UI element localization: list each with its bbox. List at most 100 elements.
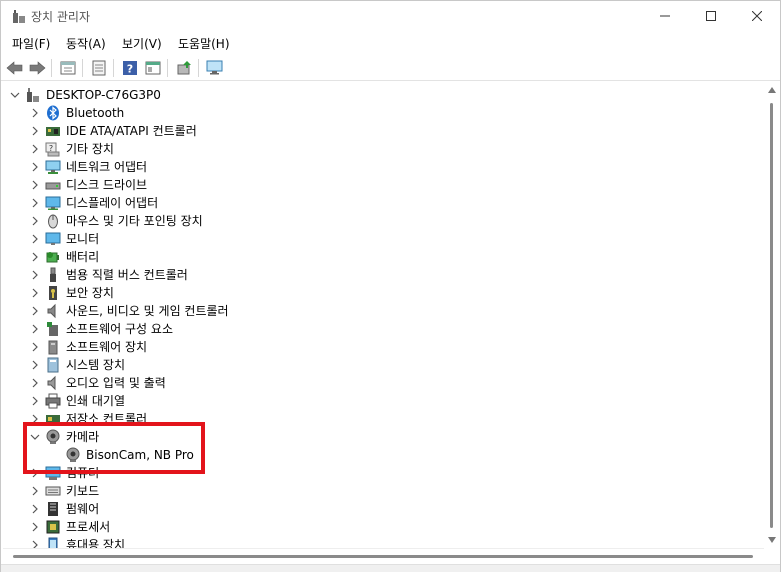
tree-item-category[interactable]: ? 기타 장치	[3, 140, 763, 158]
horizontal-scroll-thumb[interactable]	[13, 555, 753, 558]
tree-item-category[interactable]: 소프트웨어 구성 요소	[3, 320, 763, 338]
software-device-icon	[45, 339, 61, 355]
menu-file[interactable]: 파일(F)	[11, 35, 51, 52]
scan-hardware-icon[interactable]	[205, 58, 225, 78]
chevron-right-icon[interactable]	[29, 485, 41, 497]
close-button[interactable]	[734, 1, 780, 31]
chevron-right-icon[interactable]	[29, 539, 41, 548]
chevron-right-icon[interactable]	[29, 269, 41, 281]
title-bar: 장치 관리자	[1, 1, 780, 31]
chevron-right-icon[interactable]	[29, 161, 41, 173]
tree-item-category[interactable]: 인쇄 대기열	[3, 392, 763, 410]
processor-icon	[45, 519, 61, 535]
forward-icon[interactable]	[27, 58, 47, 78]
view-icon[interactable]	[143, 58, 163, 78]
tree-item-category[interactable]: 휴대용 장치	[3, 536, 763, 548]
tree-item-label: DESKTOP-C76G3P0	[46, 88, 161, 102]
tree-item-label: 소프트웨어 장치	[66, 340, 148, 354]
tree-item-label: 보안 장치	[66, 286, 114, 300]
tree-item-category[interactable]: 소프트웨어 장치	[3, 338, 763, 356]
tree-item-category[interactable]: 디스플레이 어댑터	[3, 194, 763, 212]
chevron-right-icon[interactable]	[29, 125, 41, 137]
tree-item-label: 휴대용 장치	[66, 538, 126, 548]
tree-item-label: 키보드	[66, 484, 100, 498]
usb-icon	[45, 267, 61, 283]
device-properties-icon[interactable]	[89, 58, 109, 78]
horizontal-scrollbar[interactable]	[3, 548, 764, 564]
chevron-right-icon[interactable]	[29, 197, 41, 209]
tree-item-label: 기타 장치	[66, 142, 114, 156]
tree-item-label: 범용 직렬 버스 컨트롤러	[66, 268, 188, 282]
tree-item-category[interactable]: 사운드, 비디오 및 게임 컨트롤러	[3, 302, 763, 320]
tree-item-label: 시스템 장치	[66, 358, 126, 372]
tree-item-label: 사운드, 비디오 및 게임 컨트롤러	[66, 304, 229, 318]
tree-item-category[interactable]: 펌웨어	[3, 500, 763, 518]
properties-pane-icon[interactable]	[58, 58, 78, 78]
tree-item-label: 펌웨어	[66, 502, 100, 516]
tree-item-category[interactable]: IDE ATA/ATAPI 컨트롤러	[3, 122, 763, 140]
security-device-icon	[45, 285, 61, 301]
tree-item-label: 모니터	[66, 232, 100, 246]
tree-item-label: 마우스 및 기타 포인팅 장치	[66, 214, 203, 228]
chevron-right-icon[interactable]	[29, 323, 41, 335]
device-manager-app-icon	[11, 9, 27, 25]
speaker-icon	[45, 303, 61, 319]
tree-item-category[interactable]: 키보드	[3, 482, 763, 500]
system-device-icon	[45, 357, 61, 373]
camera-highlight-box	[23, 422, 205, 474]
tree-root-node[interactable]: DESKTOP-C76G3P0	[3, 86, 763, 104]
other-devices-icon: ?	[45, 141, 61, 157]
tree-item-category[interactable]: 배터리	[3, 248, 763, 266]
chevron-right-icon[interactable]	[29, 359, 41, 371]
back-icon[interactable]	[5, 58, 25, 78]
mouse-icon	[45, 213, 61, 229]
menu-help[interactable]: 도움말(H)	[177, 35, 231, 52]
update-driver-icon[interactable]	[174, 58, 194, 78]
chevron-down-icon[interactable]	[9, 89, 21, 101]
tree-item-category[interactable]: Bluetooth	[3, 104, 763, 122]
tree-item-category[interactable]: 시스템 장치	[3, 356, 763, 374]
minimize-button[interactable]	[642, 1, 688, 31]
bluetooth-icon	[45, 105, 61, 121]
help-icon[interactable]: ?	[120, 58, 140, 78]
tree-item-category[interactable]: 보안 장치	[3, 284, 763, 302]
chevron-right-icon[interactable]	[29, 341, 41, 353]
keyboard-icon	[45, 483, 61, 499]
chevron-right-icon[interactable]	[29, 305, 41, 317]
chevron-right-icon[interactable]	[29, 377, 41, 389]
chevron-right-icon[interactable]	[29, 287, 41, 299]
vertical-scrollbar[interactable]	[764, 83, 780, 548]
ide-controller-icon	[45, 123, 61, 139]
chevron-right-icon[interactable]	[29, 179, 41, 191]
menu-action[interactable]: 동작(A)	[65, 35, 107, 52]
maximize-button[interactable]	[688, 1, 734, 31]
vertical-scroll-thumb[interactable]	[770, 103, 773, 528]
tree-item-category[interactable]: 오디오 입력 및 출력	[3, 374, 763, 392]
tree-item-category[interactable]: 범용 직렬 버스 컨트롤러	[3, 266, 763, 284]
chevron-right-icon[interactable]	[29, 395, 41, 407]
tree-item-category[interactable]: 디스크 드라이브	[3, 176, 763, 194]
root-computer-icon	[25, 87, 41, 103]
chevron-right-icon[interactable]	[29, 233, 41, 245]
tree-item-category[interactable]: 모니터	[3, 230, 763, 248]
display-adapter-icon	[45, 195, 61, 211]
window-title: 장치 관리자	[31, 10, 91, 24]
printer-icon	[45, 393, 61, 409]
menu-view[interactable]: 보기(V)	[121, 35, 163, 52]
battery-icon	[45, 249, 61, 265]
menu-bar: 파일(F) 동작(A) 보기(V) 도움말(H)	[1, 32, 780, 54]
tree-item-category[interactable]: 마우스 및 기타 포인팅 장치	[3, 212, 763, 230]
chevron-right-icon[interactable]	[29, 107, 41, 119]
chevron-right-icon[interactable]	[29, 215, 41, 227]
tree-item-label: Bluetooth	[66, 106, 125, 120]
chevron-right-icon[interactable]	[29, 143, 41, 155]
chevron-right-icon[interactable]	[29, 503, 41, 515]
tree-item-label: 소프트웨어 구성 요소	[66, 322, 173, 336]
tree-item-category[interactable]: 프로세서	[3, 518, 763, 536]
chevron-right-icon[interactable]	[29, 251, 41, 263]
tree-item-category[interactable]: 네트워크 어댑터	[3, 158, 763, 176]
firmware-icon	[45, 501, 61, 517]
chevron-right-icon[interactable]	[29, 521, 41, 533]
device-tree[interactable]: DESKTOP-C76G3P0 Bluetooth IDE ATA/ATAPI 컨트…	[3, 83, 764, 548]
device-manager-window: 장치 관리자 파일(F) 동작(A) 보기(V) 도움말(H) ? DESKTO…	[0, 0, 781, 572]
